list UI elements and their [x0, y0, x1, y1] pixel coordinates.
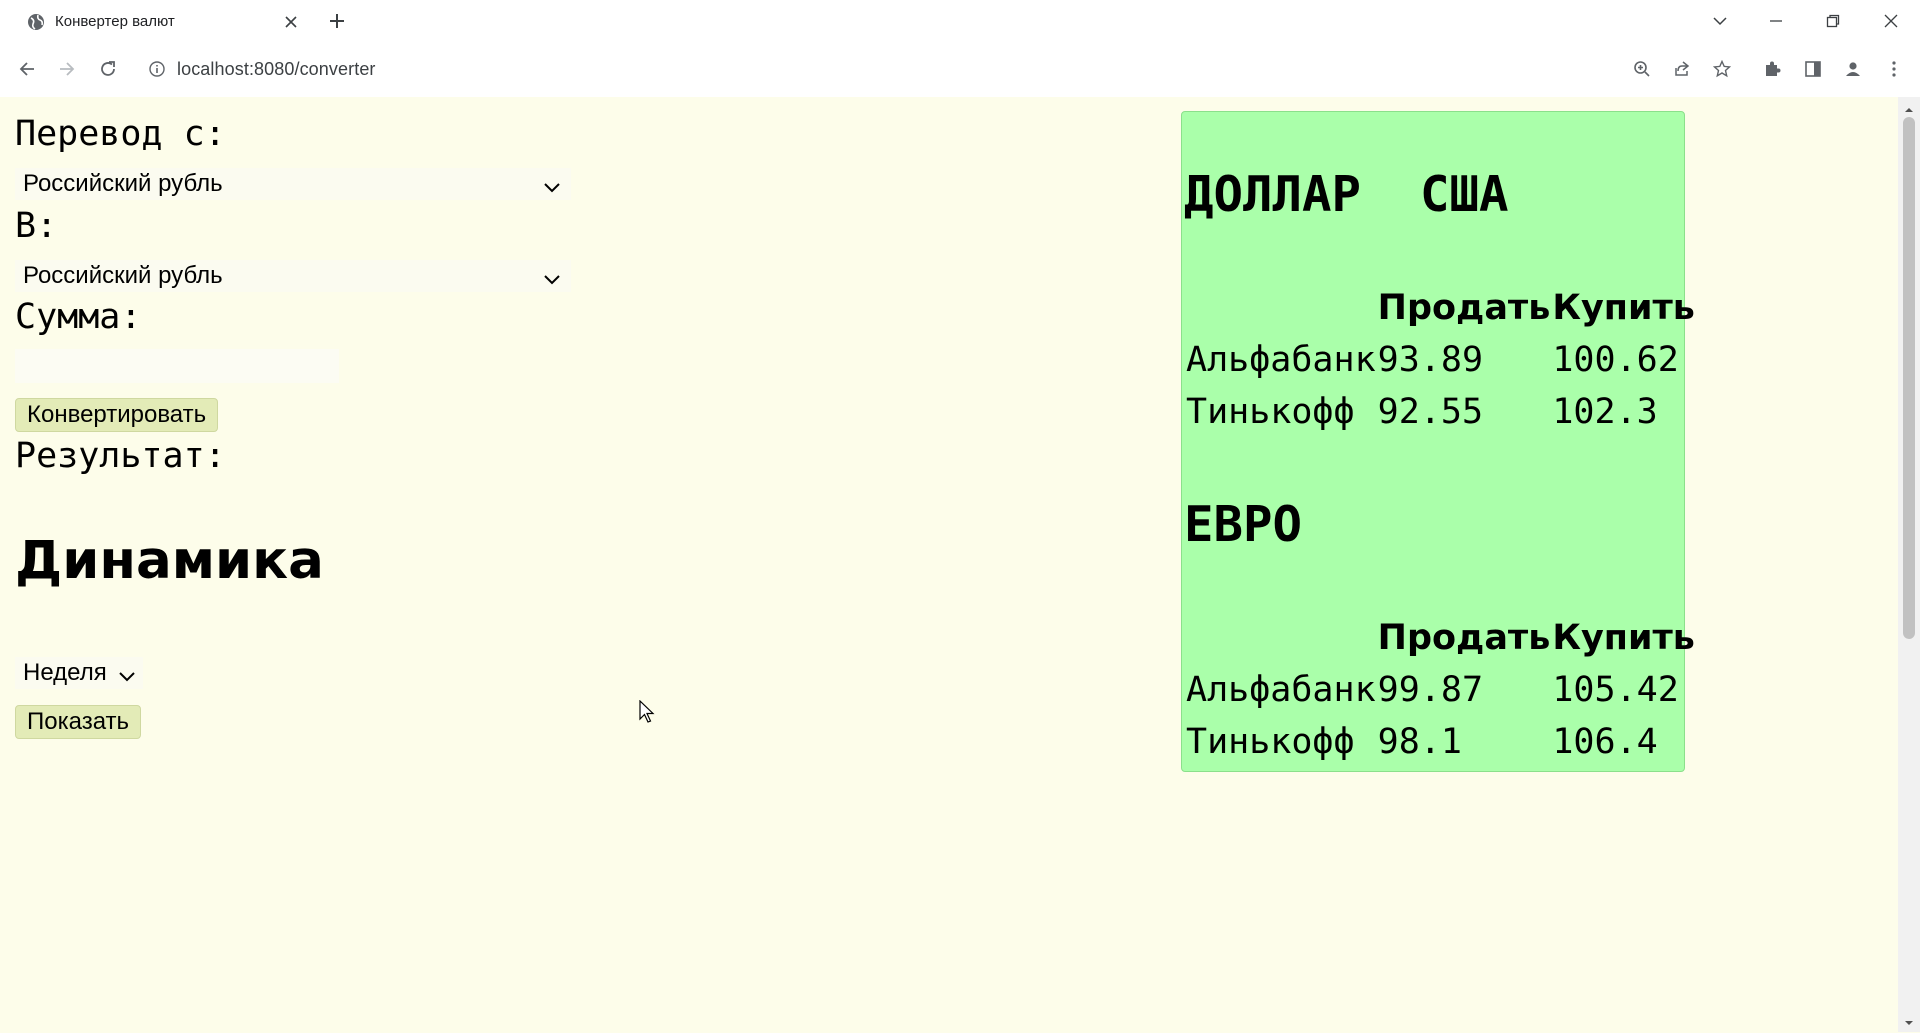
bank-name: Тинькофф — [1186, 392, 1355, 432]
eur-title: ЕВРО — [1184, 496, 1303, 553]
table-row: Тинькофф 98.1 106.4 — [1186, 717, 1695, 767]
browser-toolbar: localhost:8080/converter — [0, 41, 1920, 97]
from-currency-select[interactable]: Российский рубль — [15, 168, 571, 200]
sell-rate: 98.1 — [1377, 722, 1462, 762]
star-icon[interactable] — [1708, 55, 1736, 83]
bank-name: Альфабанк — [1186, 340, 1376, 380]
reload-icon[interactable] — [94, 55, 122, 83]
sell-header: Продать — [1377, 288, 1551, 328]
info-icon[interactable] — [146, 58, 168, 80]
table-header-row: Продать Купить — [1186, 613, 1695, 663]
chevron-down-icon — [543, 175, 561, 193]
sell-header: Продать — [1377, 618, 1551, 658]
buy-header: Купить — [1552, 288, 1695, 328]
browser-tab[interactable]: Конвертер валют — [12, 4, 312, 41]
chevron-down-icon — [118, 664, 136, 682]
globe-icon — [26, 12, 46, 32]
bank-name: Альфабанк — [1186, 670, 1376, 710]
dynamics-heading: Динамика — [15, 530, 324, 591]
to-currency-select[interactable]: Российский рубль — [15, 260, 571, 292]
rates-panel: ДОЛЛАР США Продать Купить Альфабанк 93.8… — [1181, 111, 1695, 772]
table-header-row: Продать Купить — [1186, 283, 1695, 333]
plus-icon[interactable] — [325, 9, 349, 33]
minimize-icon[interactable] — [1761, 6, 1791, 36]
chevron-down-icon[interactable] — [1705, 6, 1735, 36]
kebab-menu-icon[interactable] — [1880, 55, 1908, 83]
eur-rates-table: Продать Купить Альфабанк 99.87 105.42 Ти… — [1184, 611, 1697, 769]
close-icon[interactable] — [280, 11, 302, 33]
sell-rate: 93.89 — [1377, 340, 1484, 380]
from-label: Перевод с: — [15, 114, 226, 154]
usd-rates-table: Продать Купить Альфабанк 93.89 100.62 Ти… — [1184, 281, 1697, 439]
buy-rate: 102.3 — [1552, 392, 1658, 432]
to-label: В: — [15, 206, 58, 246]
browser-tab-bar: Конвертер валют — [0, 0, 1920, 41]
chevron-down-icon — [543, 267, 561, 285]
scroll-up-arrow-icon[interactable] — [1904, 102, 1914, 112]
address-bar[interactable]: localhost:8080/converter — [177, 59, 376, 80]
mouse-cursor-icon — [639, 699, 655, 724]
buy-rate: 105.42 — [1552, 670, 1679, 710]
usd-title: ДОЛЛАР США — [1184, 166, 1509, 223]
buy-header: Купить — [1552, 618, 1695, 658]
close-window-icon[interactable] — [1876, 6, 1906, 36]
sell-rate: 92.55 — [1377, 392, 1484, 432]
table-row: Альфабанк 93.89 100.62 — [1186, 335, 1695, 385]
page-content: Перевод с: Российский рубль В: Российски… — [0, 97, 1898, 1032]
side-panel-icon[interactable] — [1799, 55, 1827, 83]
result-label: Результат: — [15, 436, 226, 476]
scrollbar-thumb[interactable] — [1903, 117, 1915, 639]
buy-rate: 106.4 — [1552, 722, 1658, 762]
profile-icon[interactable] — [1839, 55, 1867, 83]
table-row: Тинькофф 92.55 102.3 — [1186, 387, 1695, 437]
period-select[interactable]: Неделя — [15, 657, 143, 689]
restore-icon[interactable] — [1818, 6, 1848, 36]
tab-title: Конвертер валют — [55, 13, 175, 30]
from-currency-value: Российский рубль — [23, 170, 223, 197]
buy-rate: 100.62 — [1552, 340, 1679, 380]
empty-header — [1186, 613, 1376, 663]
amount-label: Сумма: — [15, 297, 142, 337]
table-row: Альфабанк 99.87 105.42 — [1186, 665, 1695, 715]
page-scrollbar[interactable] — [1898, 97, 1920, 1032]
amount-input[interactable] — [15, 349, 339, 383]
scroll-down-arrow-icon[interactable] — [1904, 1015, 1914, 1025]
forward-arrow-icon[interactable] — [53, 55, 81, 83]
to-currency-value: Российский рубль — [23, 262, 223, 289]
sell-rate: 99.87 — [1377, 670, 1484, 710]
bank-name: Тинькофф — [1186, 722, 1355, 762]
period-value: Неделя — [23, 659, 107, 686]
show-button[interactable]: Показать — [15, 705, 142, 739]
puzzle-icon[interactable] — [1758, 55, 1786, 83]
share-icon[interactable] — [1668, 55, 1696, 83]
convert-button[interactable]: Конвертировать — [15, 398, 219, 432]
empty-header — [1186, 283, 1376, 333]
back-arrow-icon[interactable] — [13, 55, 41, 83]
zoom-icon[interactable] — [1628, 55, 1656, 83]
